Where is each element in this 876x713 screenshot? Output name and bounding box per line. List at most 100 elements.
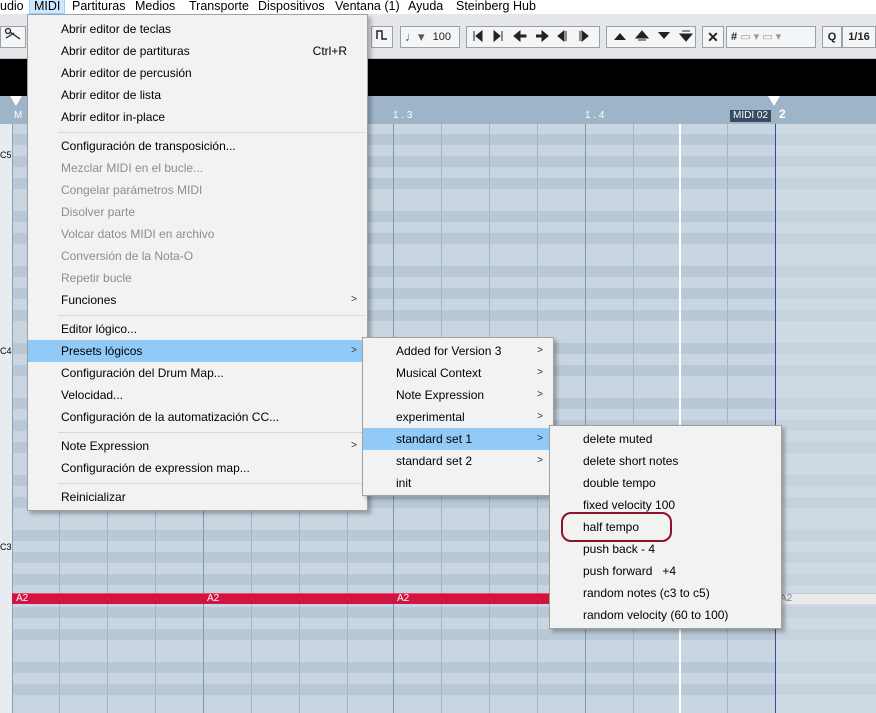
menu-item-abrir-editor-lista[interactable]: Abrir editor de lista: [28, 84, 367, 106]
preset-random-notes[interactable]: random notes (c3 to c5): [550, 582, 781, 604]
menu-item-label: Abrir editor in-place: [61, 110, 166, 124]
menu-item-abrir-editor-percusion[interactable]: Abrir editor de percusión: [28, 62, 367, 84]
submenu-arrow-icon: >: [537, 367, 543, 378]
submenu-arrow-icon: >: [351, 440, 357, 451]
menu-item-conversion-nota-o: Conversión de la Nota-O: [28, 245, 367, 267]
midi-menu: Abrir editor de teclas Abrir editor de p…: [27, 14, 368, 511]
menu-item-label: double tempo: [583, 476, 656, 490]
transpose-buttons-group: [606, 26, 696, 48]
midi-note[interactable]: A2: [12, 593, 204, 604]
menu-item-label: Note Expression: [61, 439, 150, 453]
menu-item-reinicializar[interactable]: Reinicializar: [28, 486, 367, 508]
menu-item-label: push forward +4: [583, 564, 677, 578]
note-icon: ♩▾: [405, 29, 425, 44]
submenu-item-standard-set-1[interactable]: standard set 1 >: [363, 428, 553, 450]
submenu-item-standard-set-2[interactable]: standard set 2 >: [363, 450, 553, 472]
midi-note-outside[interactable]: A2: [776, 593, 876, 604]
preset-random-velocity[interactable]: random velocity (60 to 100): [550, 604, 781, 626]
menu-item-funciones[interactable]: Funciones >: [28, 289, 367, 311]
nudge-buttons-group: [466, 26, 600, 48]
menu-item-abrir-editor-teclas[interactable]: Abrir editor de teclas: [28, 18, 367, 40]
snap-icon: ✕: [707, 29, 719, 45]
key-label-c3: C3: [0, 542, 12, 552]
menu-item-label: delete short notes: [583, 454, 679, 468]
menu-item-editor-logico[interactable]: Editor lógico...: [28, 318, 367, 340]
scissors-icon: [4, 27, 21, 40]
menu-item-label: Note Expression: [396, 388, 485, 402]
step-input-button[interactable]: [371, 26, 393, 48]
menu-item-config-transposicion[interactable]: Configuración de transposición...: [28, 135, 367, 157]
menu-item-label: Reinicializar: [61, 490, 126, 504]
note-label: A2: [207, 593, 220, 604]
insert-velocity-field[interactable]: ♩▾ 100: [400, 26, 460, 48]
menu-item-shortcut: Ctrl+R: [312, 44, 347, 58]
menu-item-label: standard set 1: [396, 432, 473, 446]
menu-item-label: Configuración del Drum Map...: [61, 366, 224, 380]
menu-separator: [58, 432, 365, 433]
menu-item-label: Configuración de expression map...: [61, 461, 250, 475]
preset-delete-short-notes[interactable]: delete short notes: [550, 450, 781, 472]
menu-item-label: delete muted: [583, 432, 653, 446]
submenu-item-musical-context[interactable]: Musical Context >: [363, 362, 553, 384]
menu-ventana[interactable]: Ventana (1): [331, 0, 404, 14]
preset-delete-muted[interactable]: delete muted: [550, 428, 781, 450]
snap-toggle-button[interactable]: ✕: [702, 26, 724, 48]
transpose-arrows-icon: [614, 30, 694, 42]
menu-steinberg-hub[interactable]: Steinberg Hub: [452, 0, 540, 14]
menu-item-note-expression[interactable]: Note Expression >: [28, 435, 367, 457]
menu-dispositivos[interactable]: Dispositivos: [254, 0, 329, 14]
menu-item-label: Abrir editor de partituras: [61, 44, 190, 58]
menu-item-label: random notes (c3 to c5): [583, 586, 710, 600]
menu-item-abrir-editor-in-place[interactable]: Abrir editor in-place: [28, 106, 367, 128]
menu-item-label: experimental: [396, 410, 465, 424]
midi-note[interactable]: A2: [394, 593, 554, 604]
submenu-item-init[interactable]: init: [363, 472, 553, 494]
menu-item-label: Repetir bucle: [61, 271, 132, 285]
menu-item-config-automatizacion-cc[interactable]: Configuración de la automatización CC...: [28, 406, 367, 428]
menu-item-label: Volcar datos MIDI en archivo: [61, 227, 215, 241]
menu-studio[interactable]: udio: [0, 0, 28, 14]
key-strip[interactable]: C5 C4 C3: [0, 124, 13, 713]
key-label-c5: C5: [0, 150, 12, 160]
menu-item-label: random velocity (60 to 100): [583, 608, 729, 622]
menu-partituras[interactable]: Partituras: [68, 0, 130, 14]
menu-transporte[interactable]: Transporte: [185, 0, 253, 14]
menu-item-presets-logicos[interactable]: Presets lógicos >: [28, 340, 367, 362]
menu-midi[interactable]: MIDI: [29, 0, 66, 14]
menu-item-label: Abrir editor de lista: [61, 88, 162, 102]
menu-item-config-expression-map[interactable]: Configuración de expression map...: [28, 457, 367, 479]
quantize-value-field[interactable]: 1/16: [842, 26, 876, 48]
presets-logicos-submenu: Added for Version 3 > Musical Context > No…: [362, 337, 554, 496]
menu-item-label: Editor lógico...: [61, 322, 138, 336]
menu-item-disolver-parte: Disolver parte: [28, 201, 367, 223]
note-label: A2: [397, 593, 410, 604]
preset-double-tempo[interactable]: double tempo: [550, 472, 781, 494]
submenu-arrow-icon: >: [537, 411, 543, 422]
menu-medios[interactable]: Medios: [131, 0, 179, 14]
menu-item-abrir-editor-partituras[interactable]: Abrir editor de partituras Ctrl+R: [28, 40, 367, 62]
menu-item-label: Disolver parte: [61, 205, 136, 219]
scissors-tool-button[interactable]: [0, 26, 26, 48]
menu-item-config-drum-map[interactable]: Configuración del Drum Map...: [28, 362, 367, 384]
submenu-item-added-v3[interactable]: Added for Version 3 >: [363, 340, 553, 362]
menu-item-label: Abrir editor de percusión: [61, 66, 192, 80]
midi-note[interactable]: A2: [204, 593, 394, 604]
preset-push-forward[interactable]: push forward +4: [550, 560, 781, 582]
grid-icon: #: [731, 31, 738, 43]
quantize-button[interactable]: Q: [822, 26, 842, 48]
submenu-item-note-expression[interactable]: Note Expression >: [363, 384, 553, 406]
insert-velocity-value: 100: [432, 31, 451, 43]
submenu-arrow-icon: >: [537, 455, 543, 466]
pitch-lane: [12, 684, 876, 695]
menu-item-velocidad[interactable]: Velocidad...: [28, 384, 367, 406]
submenu-item-experimental[interactable]: experimental >: [363, 406, 553, 428]
menu-bar: udio MIDI Partituras Medios Transporte D…: [0, 0, 876, 14]
step-icon: [376, 30, 387, 40]
menu-ayuda[interactable]: Ayuda: [404, 0, 447, 14]
menu-item-label: Configuración de la automatización CC...: [61, 410, 280, 424]
grid-dropdown-icon: ▭ ▾ ▭ ▾: [740, 31, 782, 43]
submenu-arrow-icon: >: [537, 433, 543, 444]
outside-part-area: [776, 124, 876, 713]
grid-type-selector[interactable]: # ▭ ▾ ▭ ▾: [726, 26, 816, 48]
pitch-lane: [12, 629, 876, 640]
